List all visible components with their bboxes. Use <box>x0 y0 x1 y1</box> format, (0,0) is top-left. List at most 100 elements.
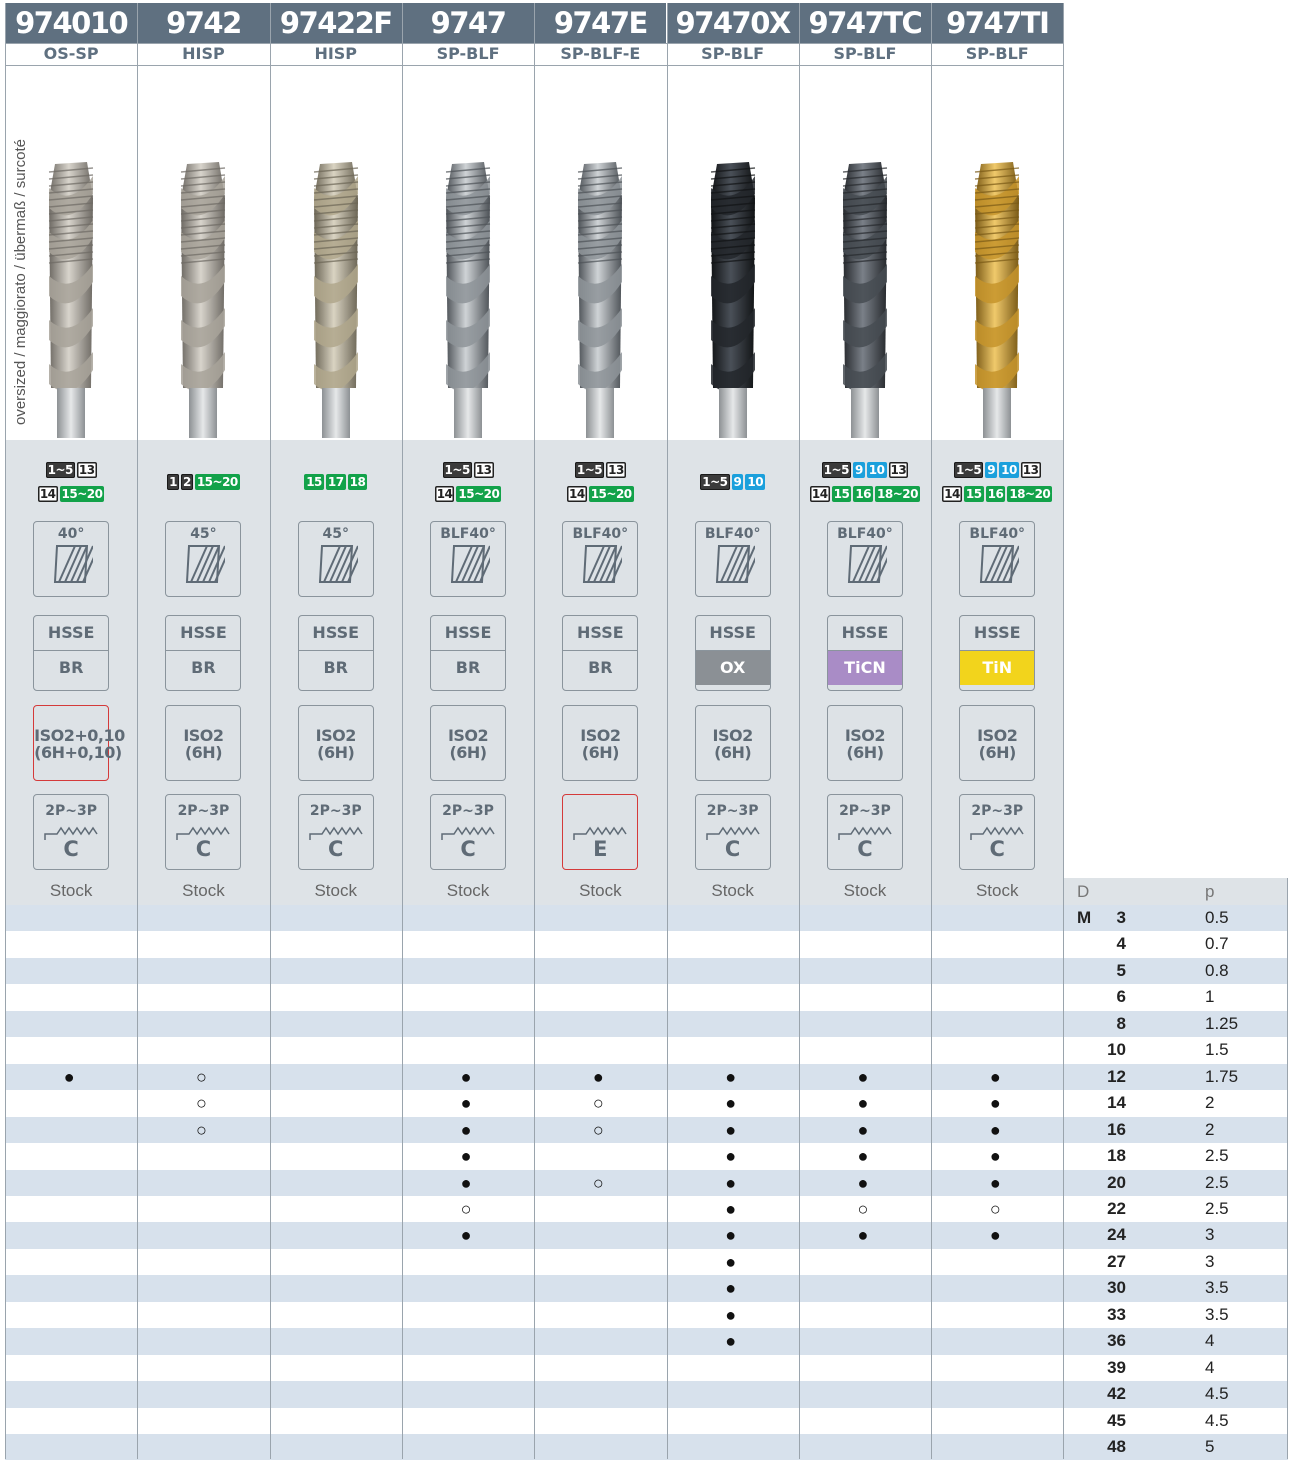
tap-type: SP-BLF-E <box>534 43 667 65</box>
stock-header: Stock <box>182 881 225 900</box>
material-group-badge: 18~20 <box>1007 485 1053 502</box>
helix-symbol-icon <box>696 542 770 590</box>
coating-label: TiN <box>960 651 1035 685</box>
badge-line: 14 15 16 18~20 <box>941 485 1053 503</box>
size-pitch: 1.5 <box>1205 1040 1229 1060</box>
size-pitch: 1.75 <box>1205 1066 1239 1086</box>
size-pitch: 1 <box>1205 987 1215 1007</box>
size-diameter: 22 <box>1107 1198 1126 1218</box>
product-code: 9747E <box>534 3 667 43</box>
helix-angle-icon: BLF40° <box>959 521 1036 597</box>
chamfer-icon: 2P~3P C <box>297 794 374 870</box>
chamfer-length-label: 2P~3P <box>45 803 97 819</box>
column-divider <box>5 3 6 1459</box>
availability-mark: ● <box>857 1172 869 1193</box>
availability-mark: ● <box>989 1093 1001 1114</box>
tap-image <box>428 158 508 458</box>
availability-mark: ● <box>725 1278 737 1299</box>
chamfer-length-label <box>563 803 637 819</box>
availability-mark: ● <box>725 1093 737 1114</box>
size-diameter: 27 <box>1107 1251 1126 1271</box>
stock-header: Stock <box>446 881 490 900</box>
size-pitch: 4 <box>1205 1331 1215 1351</box>
chamfer-icon: 2P~3P C <box>33 794 110 870</box>
column-divider <box>269 3 271 1459</box>
size-pitch: 0.7 <box>1205 934 1229 954</box>
availability-mark: ● <box>592 1066 604 1087</box>
availability-mark: ● <box>725 1331 737 1352</box>
tolerance-line: ISO2 <box>580 726 621 745</box>
helix-angle-icon: 45° <box>297 521 374 597</box>
tap-image <box>957 158 1037 458</box>
availability-mark: ○ <box>857 1198 869 1219</box>
tap-image <box>163 158 243 458</box>
availability-mark: ● <box>725 1066 737 1087</box>
material-group-badge: 15 <box>963 485 984 502</box>
tolerance-line: (6H) <box>846 743 884 762</box>
tolerance-line: ISO2+0,10 <box>34 726 125 745</box>
size-diameter: 18 <box>1107 1146 1126 1166</box>
size-diameter: 33 <box>1107 1304 1126 1324</box>
material-group-badges: 1~5 13 14 15~20 <box>534 456 666 508</box>
size-diameter: 10 <box>1107 1040 1126 1060</box>
product-code: 9742 <box>137 3 270 43</box>
tolerance-line: (6H) <box>449 743 487 762</box>
availability-mark: ● <box>857 1146 869 1167</box>
stock-header: Stock <box>843 881 887 900</box>
tolerance-icon: ISO2 (6H) <box>562 705 639 781</box>
availability-mark: ● <box>725 1225 737 1246</box>
material-group-badge: 14 <box>434 485 455 502</box>
column-divider <box>534 3 536 1459</box>
product-code: 9747TI <box>931 3 1064 43</box>
chamfer-form-letter: E <box>593 837 608 861</box>
tolerance-line: (6H) <box>581 743 620 762</box>
availability-mark: ● <box>725 1146 737 1167</box>
material-label: HSSE <box>695 616 770 651</box>
tolerance-icon: ISO2 (6H) <box>165 705 242 781</box>
tap-image <box>560 158 640 458</box>
chamfer-form-letter: C <box>195 837 212 861</box>
coating-label: OX <box>695 651 770 685</box>
chamfer-icon: E <box>562 794 639 870</box>
badge-line: 15 17 18 <box>303 473 368 491</box>
availability-mark: ● <box>857 1225 869 1246</box>
column-divider <box>137 3 139 1459</box>
badge-line: 14 15~20 <box>434 485 503 503</box>
size-pitch: 4.5 <box>1205 1410 1229 1430</box>
availability-mark: ○ <box>989 1198 1001 1219</box>
coating-label: BR <box>191 658 216 677</box>
availability-mark: ● <box>460 1172 472 1193</box>
helix-angle-label: BLF40° <box>704 526 761 542</box>
material-group-badge: 15~20 <box>588 485 634 502</box>
tap-catalog-page: oversized / maggiorato / übermaß / surco… <box>0 0 1289 1460</box>
availability-mark: ● <box>460 1093 472 1114</box>
tolerance-icon: ISO2 (6H) <box>826 705 903 781</box>
badge-line: 1~5 13 <box>442 461 495 479</box>
product-code: 97470X <box>666 3 799 43</box>
size-pitch: 2.5 <box>1205 1172 1229 1192</box>
chamfer-length-label: 2P~3P <box>839 803 891 819</box>
coating-label: BR <box>455 658 481 677</box>
helix-angle-icon: BLF40° <box>826 521 903 597</box>
tolerance-line: (6H+0,10) <box>34 743 122 762</box>
material-group-badge: 15~20 <box>456 485 502 502</box>
availability-mark: ● <box>460 1066 472 1087</box>
table-right-border <box>1287 878 1288 1459</box>
availability-mark: ● <box>725 1304 737 1325</box>
badge-line: 1~5 13 <box>45 461 98 479</box>
availability-mark: ● <box>857 1066 869 1087</box>
material-group-badge: 1 <box>167 473 179 490</box>
availability-mark: ● <box>989 1146 1001 1167</box>
table-row-stripe <box>5 1381 1288 1408</box>
product-code: 974010 <box>5 3 138 43</box>
product-code: 97422F <box>269 3 402 43</box>
availability-mark: ● <box>725 1251 737 1272</box>
helix-angle-label: BLF40° <box>837 526 893 542</box>
size-diameter: 45 <box>1107 1410 1126 1430</box>
material-group-badge: 1~5 <box>821 461 851 478</box>
material-group-badges: 15 17 18 <box>270 456 402 508</box>
tap-image <box>296 158 376 458</box>
coating-label: TiCN <box>827 651 902 685</box>
column-divider <box>931 3 933 1459</box>
helix-angle-icon: BLF40° <box>694 521 771 597</box>
